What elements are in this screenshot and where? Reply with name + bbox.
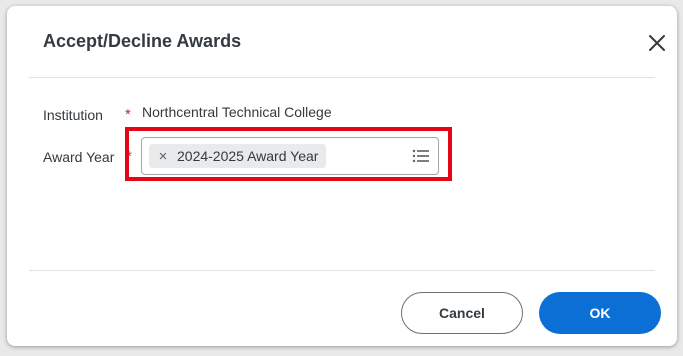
institution-label: Institution — [43, 107, 103, 123]
institution-required-marker: * — [125, 106, 131, 123]
accept-decline-awards-dialog: Accept/Decline Awards Institution * Nort… — [7, 6, 677, 346]
award-year-label: Award Year — [43, 149, 115, 165]
header-divider — [29, 77, 655, 78]
dialog-title: Accept/Decline Awards — [43, 31, 242, 51]
highlight-box — [125, 127, 452, 181]
institution-value: Northcentral Technical College — [142, 104, 332, 120]
ok-button[interactable]: OK — [539, 292, 661, 334]
footer-divider — [29, 270, 655, 271]
close-icon[interactable] — [647, 33, 667, 53]
cancel-button[interactable]: Cancel — [401, 292, 523, 334]
